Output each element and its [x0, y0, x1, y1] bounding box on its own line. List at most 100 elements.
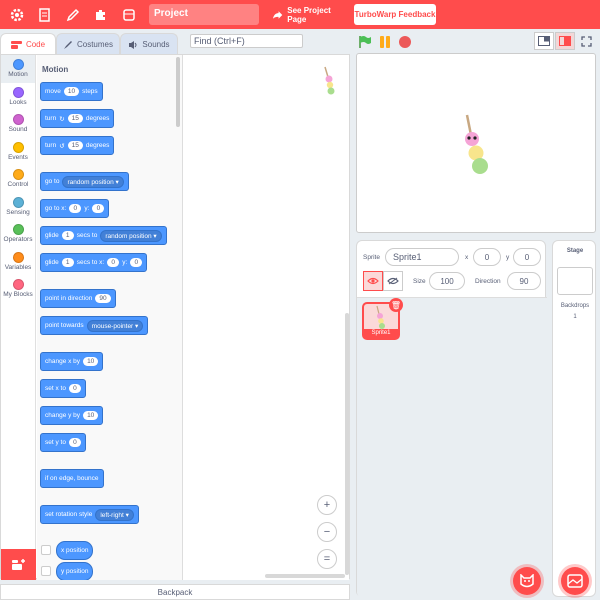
green-flag-icon[interactable] — [358, 35, 372, 49]
set-y-block[interactable]: set y to 0 — [40, 433, 86, 452]
tab-costumes[interactable]: Costumes — [56, 33, 120, 55]
zoom-out-button[interactable]: − — [317, 522, 337, 542]
category-motion[interactable]: Motion — [1, 55, 35, 83]
block-dropdown[interactable]: left-right ▾ — [95, 508, 134, 521]
y-position-checkbox[interactable] — [41, 566, 51, 576]
x-position-checkbox[interactable] — [41, 545, 51, 555]
block-text: set y to — [45, 439, 66, 446]
change-x-block[interactable]: change x by 10 — [40, 352, 104, 371]
glide-xy-block[interactable]: glide 1 secs to x: 0 y: 0 — [40, 253, 148, 272]
go-to-block[interactable]: go to random position ▾ — [40, 172, 129, 191]
project-title-input[interactable]: Project — [149, 4, 259, 25]
delete-sprite-button[interactable]: 🗑 — [389, 298, 403, 312]
block-input[interactable]: 0 — [68, 384, 81, 393]
tab-sounds[interactable]: Sounds — [120, 33, 178, 55]
stage-selector[interactable]: Stage Backdrops 1 — [552, 240, 596, 597]
stage-thumbnail[interactable] — [557, 267, 593, 295]
block-dropdown[interactable]: mouse-pointer ▾ — [86, 319, 144, 332]
point-towards-block[interactable]: point towards mouse-pointer ▾ — [40, 316, 149, 335]
block-input[interactable]: 0 — [92, 204, 105, 213]
choose-backdrop-button[interactable] — [561, 567, 589, 595]
workspace-horizontal-scrollbar[interactable] — [265, 574, 345, 578]
turn-right-block[interactable]: turn ↻ 15 degrees — [40, 109, 115, 128]
block-input[interactable]: 90 — [95, 294, 111, 303]
zoom-reset-button[interactable]: = — [317, 549, 337, 569]
category-sensing[interactable]: Sensing — [1, 193, 35, 221]
x-position-reporter[interactable]: x position — [56, 541, 94, 560]
block-input[interactable]: 0 — [107, 258, 120, 267]
direction-label: Direction — [475, 278, 501, 285]
block-text: x position — [61, 547, 89, 554]
point-in-direction-block[interactable]: point in direction 90 — [40, 289, 116, 308]
category-my-blocks[interactable]: My Blocks — [1, 275, 35, 303]
puzzle-icon[interactable] — [90, 4, 112, 26]
block-input[interactable]: 1 — [61, 258, 74, 267]
bounce-block[interactable]: if on edge, bounce — [40, 469, 104, 488]
zoom-in-button[interactable]: + — [317, 495, 337, 515]
direction-input[interactable]: 90 — [507, 272, 541, 290]
category-operators[interactable]: Operators — [1, 220, 35, 248]
block-input[interactable]: 10 — [83, 357, 99, 366]
stop-icon[interactable] — [398, 35, 412, 49]
move-block[interactable]: move 10 steps — [40, 82, 103, 101]
see-project-page-button[interactable]: See Project Page — [266, 4, 348, 25]
block-text: change y by — [45, 412, 81, 419]
small-stage-button[interactable] — [534, 32, 554, 50]
x-input[interactable]: 0 — [473, 248, 501, 266]
category-sound[interactable]: Sound — [1, 110, 35, 138]
block-input[interactable]: 15 — [67, 114, 83, 123]
file-icon[interactable] — [34, 4, 56, 26]
block-input[interactable]: 1 — [61, 231, 74, 240]
edit-icon[interactable] — [62, 4, 84, 26]
set-x-block[interactable]: set x to 0 — [40, 379, 86, 398]
show-sprite-button[interactable] — [363, 271, 383, 291]
block-input[interactable]: 0 — [130, 258, 143, 267]
tab-code[interactable]: Code — [0, 33, 56, 55]
add-extension-button[interactable] — [1, 549, 36, 580]
y-position-reporter[interactable]: y position — [56, 562, 94, 580]
sprite-name-input[interactable]: Sprite1 — [385, 248, 459, 266]
block-dropdown[interactable]: random position ▾ — [62, 175, 124, 188]
category-control[interactable]: Control — [1, 165, 35, 193]
block-dropdown[interactable]: random position ▾ — [100, 229, 162, 242]
block-text: set rotation style — [45, 511, 93, 518]
rotation-style-block[interactable]: set rotation style left-right ▾ — [40, 505, 139, 524]
pause-icon[interactable] — [378, 35, 392, 49]
block-input[interactable]: 0 — [68, 438, 81, 447]
choose-sprite-button[interactable] — [513, 567, 541, 595]
normal-stage-button[interactable] — [555, 32, 575, 50]
block-input[interactable]: 15 — [67, 141, 83, 150]
stage-canvas[interactable] — [356, 53, 596, 233]
sprite-on-stage[interactable] — [460, 112, 492, 174]
workspace-vertical-scrollbar[interactable] — [345, 313, 349, 575]
script-workspace[interactable]: + − = — [183, 55, 349, 580]
stage-size-toggle — [534, 32, 596, 50]
eye-icon — [367, 277, 379, 285]
block-input[interactable]: 10 — [63, 87, 80, 96]
block-input[interactable]: 0 — [69, 204, 82, 213]
backdrops-count: 1 — [573, 314, 577, 320]
block-text: secs to x: — [76, 259, 105, 266]
category-variables[interactable]: Variables — [1, 248, 35, 276]
turn-left-block[interactable]: turn ↺ 15 degrees — [40, 136, 115, 155]
stage-controls — [358, 34, 412, 50]
theme-icon[interactable] — [118, 4, 140, 26]
gear-icon[interactable] — [6, 4, 28, 26]
sprite-info: Sprite Sprite1 x 0 y 0 Size 100 Directio… — [357, 241, 547, 298]
backdrop-icon — [567, 574, 583, 588]
find-input[interactable]: Find (Ctrl+F) — [190, 34, 303, 48]
glide-to-block[interactable]: glide 1 secs to random position ▾ — [40, 226, 167, 245]
category-looks[interactable]: Looks — [1, 83, 35, 111]
backpack[interactable]: Backpack — [0, 584, 350, 600]
palette-scrollbar[interactable] — [176, 57, 180, 127]
block-text: go to x: — [45, 205, 67, 212]
go-to-xy-block[interactable]: go to x: 0 y: 0 — [40, 199, 110, 218]
size-input[interactable]: 100 — [429, 272, 465, 290]
fullscreen-button[interactable] — [576, 32, 596, 50]
block-input[interactable]: 10 — [83, 411, 99, 420]
category-events[interactable]: Events — [1, 138, 35, 166]
change-y-block[interactable]: change y by 10 — [40, 406, 104, 425]
hide-sprite-button[interactable] — [383, 271, 403, 291]
feedback-button[interactable]: TurboWarp Feedback — [354, 4, 436, 25]
y-input[interactable]: 0 — [513, 248, 541, 266]
